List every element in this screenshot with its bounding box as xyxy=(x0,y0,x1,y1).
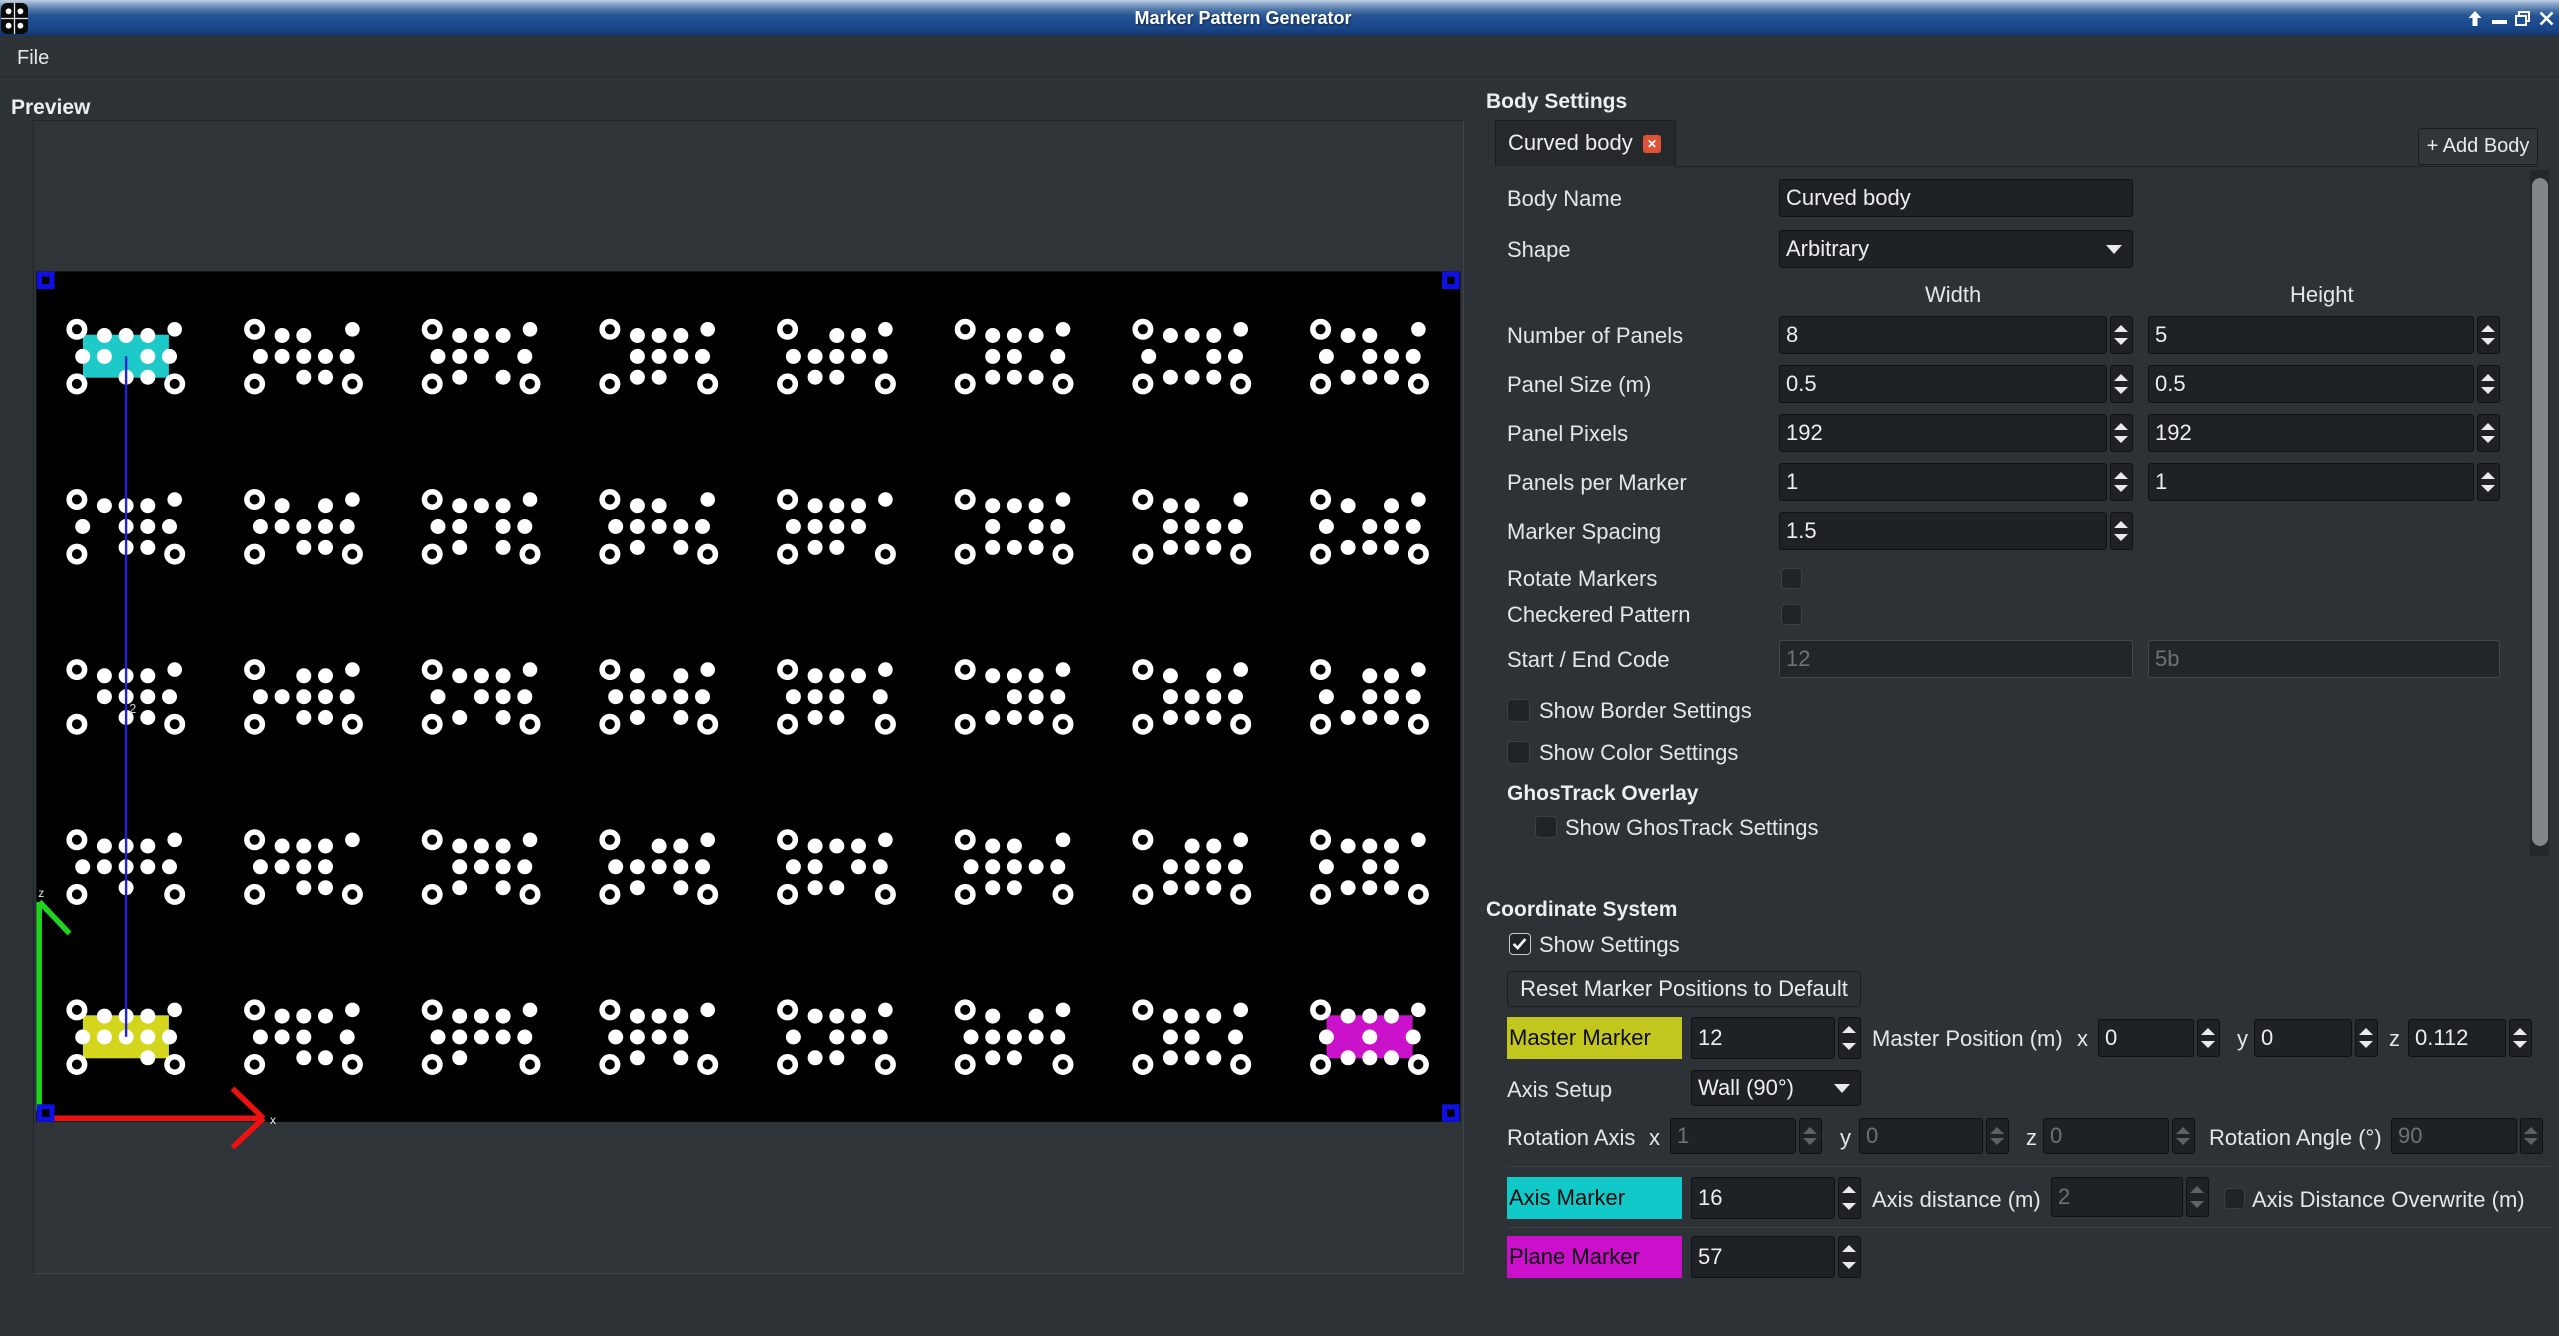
svg-text:2: 2 xyxy=(129,701,136,716)
svg-text:z: z xyxy=(38,886,44,900)
svg-text:x: x xyxy=(270,1113,276,1127)
